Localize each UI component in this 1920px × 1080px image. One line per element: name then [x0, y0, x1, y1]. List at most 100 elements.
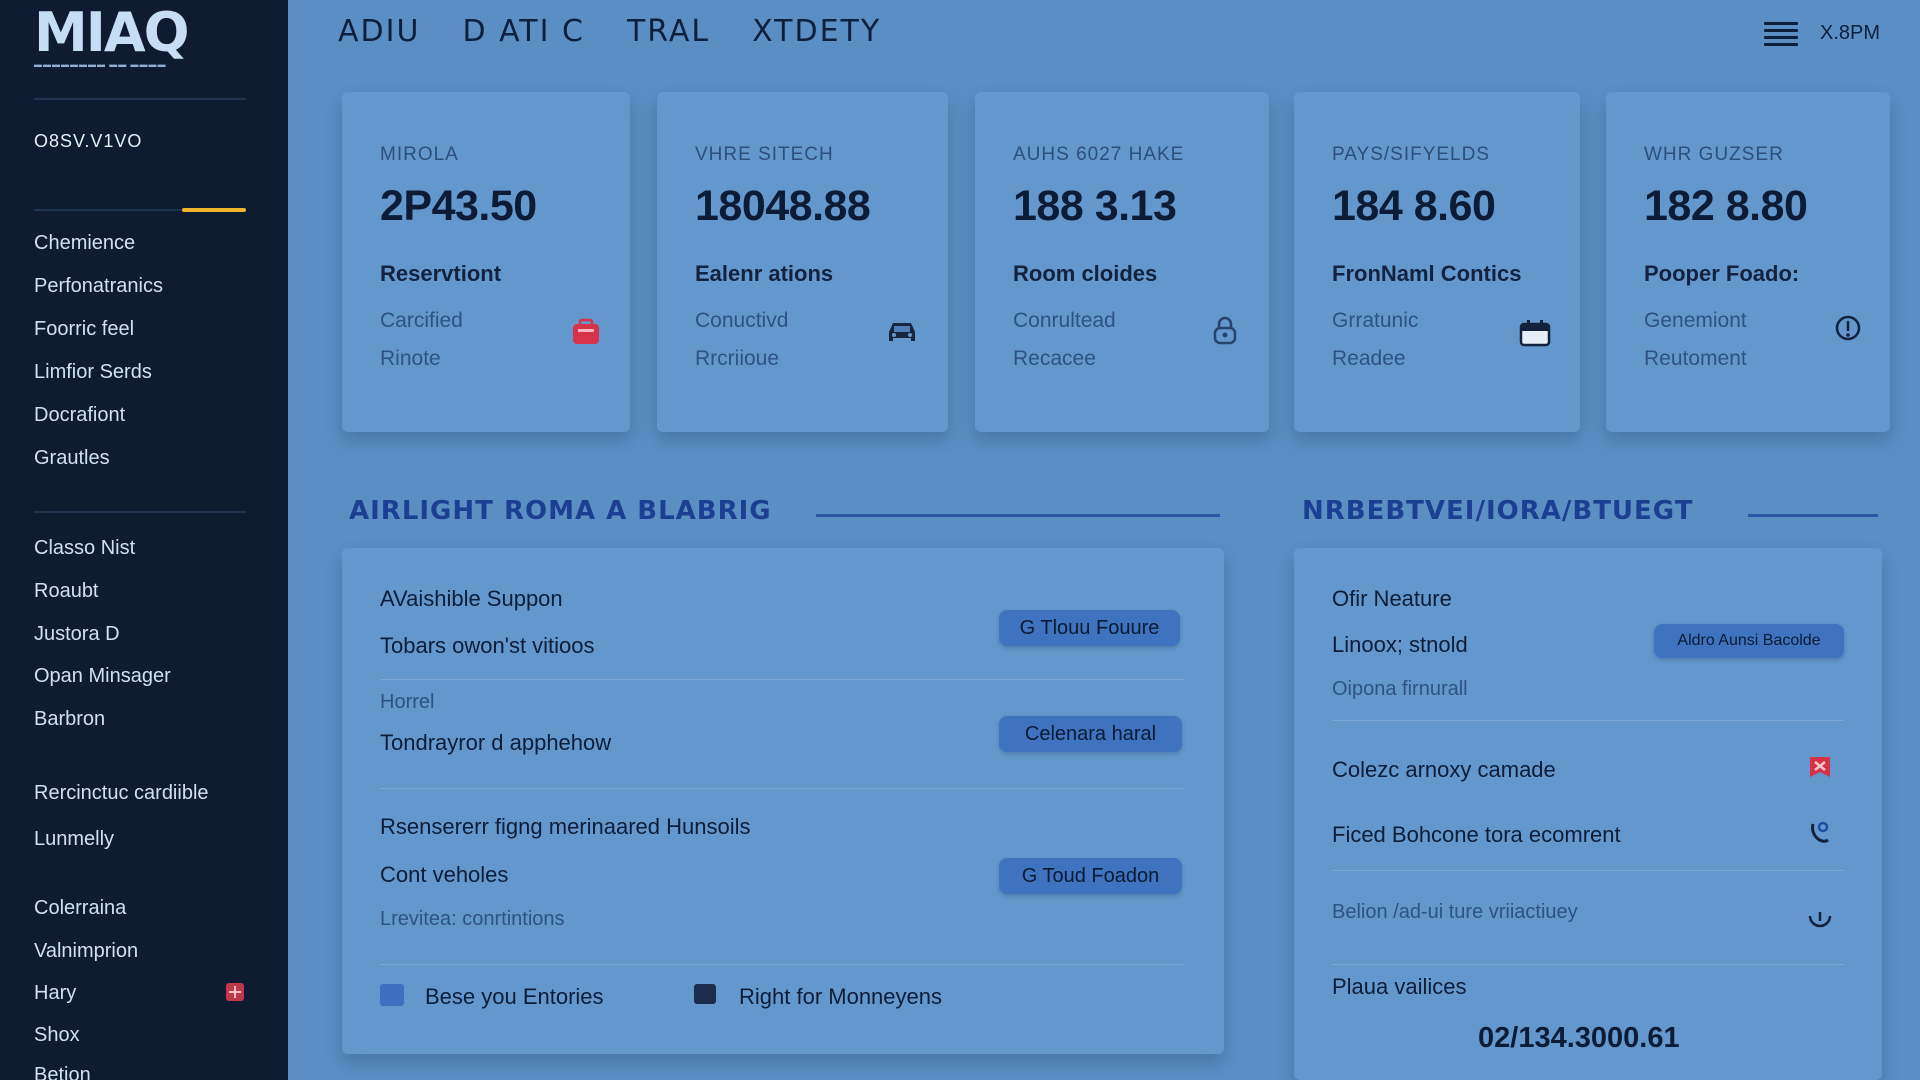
row-text: Cont veholes: [380, 862, 509, 887]
app-logo[interactable]: MIAQ ▬▬▬▬▬▬▬▬ ▬▬ ▬▬▬▬: [34, 6, 204, 70]
stat-card[interactable]: WHR GUZSER 182 8.80 Pooper Foado: Genemi…: [1606, 92, 1890, 432]
row-text: Tondrayror d apphehow: [380, 730, 612, 755]
card-detail: Grratunic: [1332, 309, 1419, 332]
nav-tab[interactable]: TRAL: [627, 14, 710, 54]
card-title: AUHS 6027 HAKE: [1013, 144, 1185, 165]
row-divider: [380, 679, 1184, 680]
card-value: 182 8.80: [1644, 182, 1808, 230]
card-value: 188 3.13: [1013, 182, 1177, 230]
sidebar-item[interactable]: Docrafiont: [34, 404, 125, 427]
row-label: Plaua vailices: [1332, 974, 1467, 999]
row-text: Tobars owon'st vitioos: [380, 633, 595, 658]
row-title: AVaishible Suppon: [380, 586, 563, 611]
section-title: NRBEBTVEI/IORA/BTUEGT: [1302, 496, 1694, 526]
card-value: 184 8.60: [1332, 182, 1496, 230]
sidebar-item[interactable]: Barbron: [34, 708, 105, 731]
sidebar-heading: O8SV.V1VO: [34, 131, 143, 151]
row-divider: [1332, 720, 1844, 721]
sidebar: MIAQ ▬▬▬▬▬▬▬▬ ▬▬ ▬▬▬▬ O8SV.V1VO Chemienc…: [0, 0, 288, 1080]
nav-tab[interactable]: D ATI C: [462, 14, 585, 54]
first-aid-icon[interactable]: [570, 318, 602, 346]
card-value: 2P43.50: [380, 182, 537, 230]
action-button[interactable]: G Tlouu Fouure: [999, 610, 1180, 646]
action-button[interactable]: Celenara haral: [999, 716, 1182, 752]
stat-card[interactable]: AUHS 6027 HAKE 188 3.13 Room cloides Con…: [975, 92, 1269, 432]
checkbox-label: Right for Monneyens: [739, 984, 942, 1009]
timer-icon[interactable]: [1806, 904, 1834, 932]
plus-icon[interactable]: [226, 983, 244, 1001]
left-panel: AVaishible Suppon Tobars owon'st vitioos…: [342, 548, 1224, 1054]
card-detail: Conuctivd: [695, 309, 789, 332]
sidebar-item[interactable]: Opan Minsager: [34, 665, 171, 688]
card-detail: Readee: [1332, 347, 1406, 370]
sidebar-divider: [34, 511, 246, 513]
car-icon[interactable]: [884, 318, 920, 346]
card-subtitle: Room cloides: [1013, 261, 1158, 286]
sidebar-item[interactable]: Hary: [34, 982, 76, 1005]
card-title: WHR GUZSER: [1644, 144, 1784, 165]
row-label: Horrel: [380, 691, 435, 713]
section-title: AIRLIGHT ROMA A BLABRIG: [349, 496, 772, 526]
action-button[interactable]: G Toud Foadon: [999, 858, 1182, 894]
row-text: Ficed Bohcone tora ecomrent: [1332, 822, 1621, 847]
checkbox[interactable]: [694, 984, 716, 1004]
sidebar-item[interactable]: Lunmelly: [34, 828, 114, 851]
sidebar-item[interactable]: Classo Nist: [34, 537, 135, 560]
action-button[interactable]: Aldro Aunsi Bacolde: [1654, 624, 1844, 658]
card-value: 18048.88: [695, 182, 871, 230]
checkbox[interactable]: [380, 984, 404, 1006]
stat-card[interactable]: VHRE SITECH 18048.88 Ealenr ations Conuc…: [657, 92, 948, 432]
card-subtitle: Ealenr ations: [695, 261, 834, 286]
card-detail: Carcified: [380, 309, 463, 332]
clock-time: X.8PM: [1820, 22, 1881, 44]
nav-tab[interactable]: ADIU: [338, 14, 420, 54]
card-subtitle: FronNaml Contics: [1332, 261, 1522, 286]
sidebar-item[interactable]: Roaubt: [34, 580, 99, 603]
card-detail: Genemiont: [1644, 309, 1747, 332]
stat-card[interactable]: MIROLA 2P43.50 Reservtiont Carcified Rin…: [342, 92, 630, 432]
row-divider: [380, 788, 1184, 789]
sidebar-item[interactable]: Shox: [34, 1024, 80, 1047]
sidebar-item[interactable]: Perfonatranics: [34, 275, 163, 298]
sidebar-item[interactable]: Foorric feel: [34, 318, 134, 341]
card-title: PAYS/SIFYELDS: [1332, 144, 1491, 165]
calendar-icon[interactable]: [1518, 318, 1552, 348]
hamburger-menu-icon[interactable]: [1764, 22, 1798, 46]
card-subtitle: Pooper Foado:: [1644, 261, 1800, 286]
sidebar-item[interactable]: Grautles: [34, 447, 110, 470]
stat-card[interactable]: PAYS/SIFYELDS 184 8.60 FronNaml Contics …: [1294, 92, 1580, 432]
section-rule: [1748, 514, 1878, 517]
card-detail: Rrcriioue: [695, 347, 780, 370]
sidebar-item[interactable]: Chemience: [34, 232, 135, 255]
row-detail: Lrevitea: conrtintions: [380, 908, 565, 930]
phone-icon[interactable]: [1806, 818, 1834, 846]
sidebar-item[interactable]: Limfior Serds: [34, 361, 152, 384]
sidebar-item[interactable]: Justora D: [34, 623, 120, 646]
right-panel: Ofir Neature Linoox; stnold Oipona firnu…: [1294, 548, 1882, 1080]
top-nav: ADIU D ATI C TRAL XTDETY: [338, 14, 881, 54]
card-detail: Reutoment: [1644, 347, 1747, 370]
nav-tab[interactable]: XTDETY: [752, 14, 881, 54]
row-text: Linoox; stnold: [1332, 632, 1468, 657]
sidebar-item[interactable]: Rercinctuc cardiible: [34, 782, 209, 805]
row-divider: [1332, 964, 1844, 965]
row-detail: Belion /ad-ui ture vriiactiuey: [1332, 901, 1578, 923]
card-title: VHRE SITECH: [695, 144, 834, 165]
sidebar-item[interactable]: Valnimprion: [34, 940, 138, 963]
row-title: Rsensererr figng merinaared Hunsoils: [380, 814, 751, 839]
card-title: MIROLA: [380, 144, 459, 165]
lock-icon[interactable]: [1209, 314, 1241, 346]
row-text: Colezc arnoxy camade: [1332, 757, 1556, 782]
sidebar-item[interactable]: Colerraina: [34, 897, 126, 920]
location-pin-icon[interactable]: [1834, 314, 1862, 346]
sidebar-divider: [34, 98, 246, 100]
sidebar-divider: [34, 209, 182, 211]
card-subtitle: Reservtiont: [380, 261, 502, 286]
row-detail: Oipona firnurall: [1332, 678, 1468, 700]
row-divider: [1332, 870, 1844, 871]
card-detail: Rinote: [380, 347, 441, 370]
alert-icon[interactable]: [1806, 753, 1834, 781]
sidebar-item[interactable]: Betion: [34, 1064, 91, 1080]
row-title: Ofir Neature: [1332, 586, 1452, 611]
active-indicator: [182, 208, 246, 212]
